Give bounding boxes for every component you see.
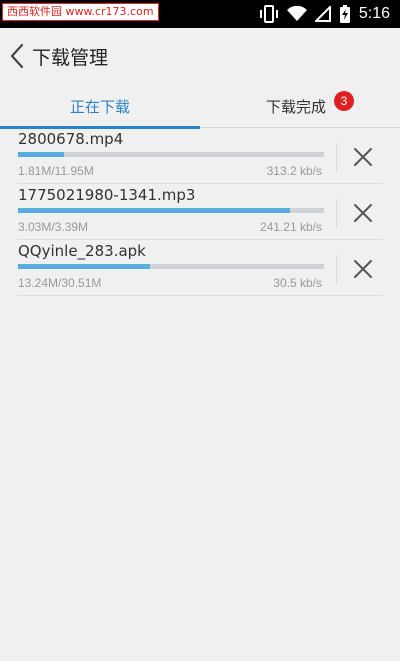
tab-bar: 正在下载 下载完成 3 [0, 84, 400, 129]
progress-fill [18, 208, 291, 213]
battery-icon [339, 5, 351, 23]
download-size: 3.03M/3.39M [18, 220, 89, 234]
title-bar: 下载管理 [0, 28, 400, 84]
download-item: 1775021980-1341.mp3 3.03M/3.39M 241.21 k… [18, 184, 382, 240]
download-speed: 30.5 kb/s [273, 276, 322, 290]
cancel-download-button[interactable] [344, 138, 382, 176]
download-manager-screen: 下载管理 正在下载 下载完成 3 2800678.mp4 1.81M/11.95… [0, 28, 400, 661]
download-item: 2800678.mp4 1.81M/11.95M 313.2 kb/s [18, 128, 382, 184]
progress-bar [18, 264, 324, 269]
cancel-download-button[interactable] [344, 250, 382, 288]
back-button[interactable] [4, 28, 30, 84]
progress-bar [18, 152, 324, 157]
progress-fill [18, 152, 64, 157]
download-size: 1.81M/11.95M [18, 164, 94, 178]
completed-count-badge: 3 [334, 91, 354, 111]
divider [336, 198, 337, 228]
divider [336, 142, 337, 172]
tab-completed[interactable]: 下载完成 3 [200, 84, 400, 128]
watermark: 西西软件园 www.cr173.com [2, 3, 159, 21]
vibrate-icon [259, 5, 279, 23]
download-speed: 313.2 kb/s [266, 164, 322, 178]
tab-label: 正在下载 [69, 97, 130, 116]
status-bar: 西西软件园 www.cr173.com 5:16 [0, 0, 400, 28]
close-icon [354, 204, 372, 222]
file-name: QQyinle_283.apk [18, 242, 146, 260]
progress-bar [18, 208, 324, 213]
file-name: 2800678.mp4 [18, 130, 124, 148]
download-list: 2800678.mp4 1.81M/11.95M 313.2 kb/s 1775… [0, 128, 400, 296]
progress-fill [18, 264, 150, 269]
chevron-left-icon [10, 43, 24, 69]
tab-label: 下载完成 [265, 97, 326, 116]
cancel-download-button[interactable] [344, 194, 382, 232]
page-title: 下载管理 [32, 46, 109, 69]
status-icons: 5:16 [259, 0, 400, 28]
close-icon [354, 260, 372, 278]
wifi-icon [286, 6, 307, 22]
file-name: 1775021980-1341.mp3 [18, 186, 196, 204]
download-size: 13.24M/30.51M [18, 276, 102, 290]
download-speed: 241.21 kb/s [259, 220, 322, 234]
close-icon [354, 148, 372, 166]
tab-downloading[interactable]: 正在下载 [0, 84, 200, 129]
divider [336, 254, 337, 284]
signal-icon [314, 6, 331, 22]
status-time: 5:16 [358, 5, 390, 22]
download-item: QQyinle_283.apk 13.24M/30.51M 30.5 kb/s [18, 240, 382, 296]
